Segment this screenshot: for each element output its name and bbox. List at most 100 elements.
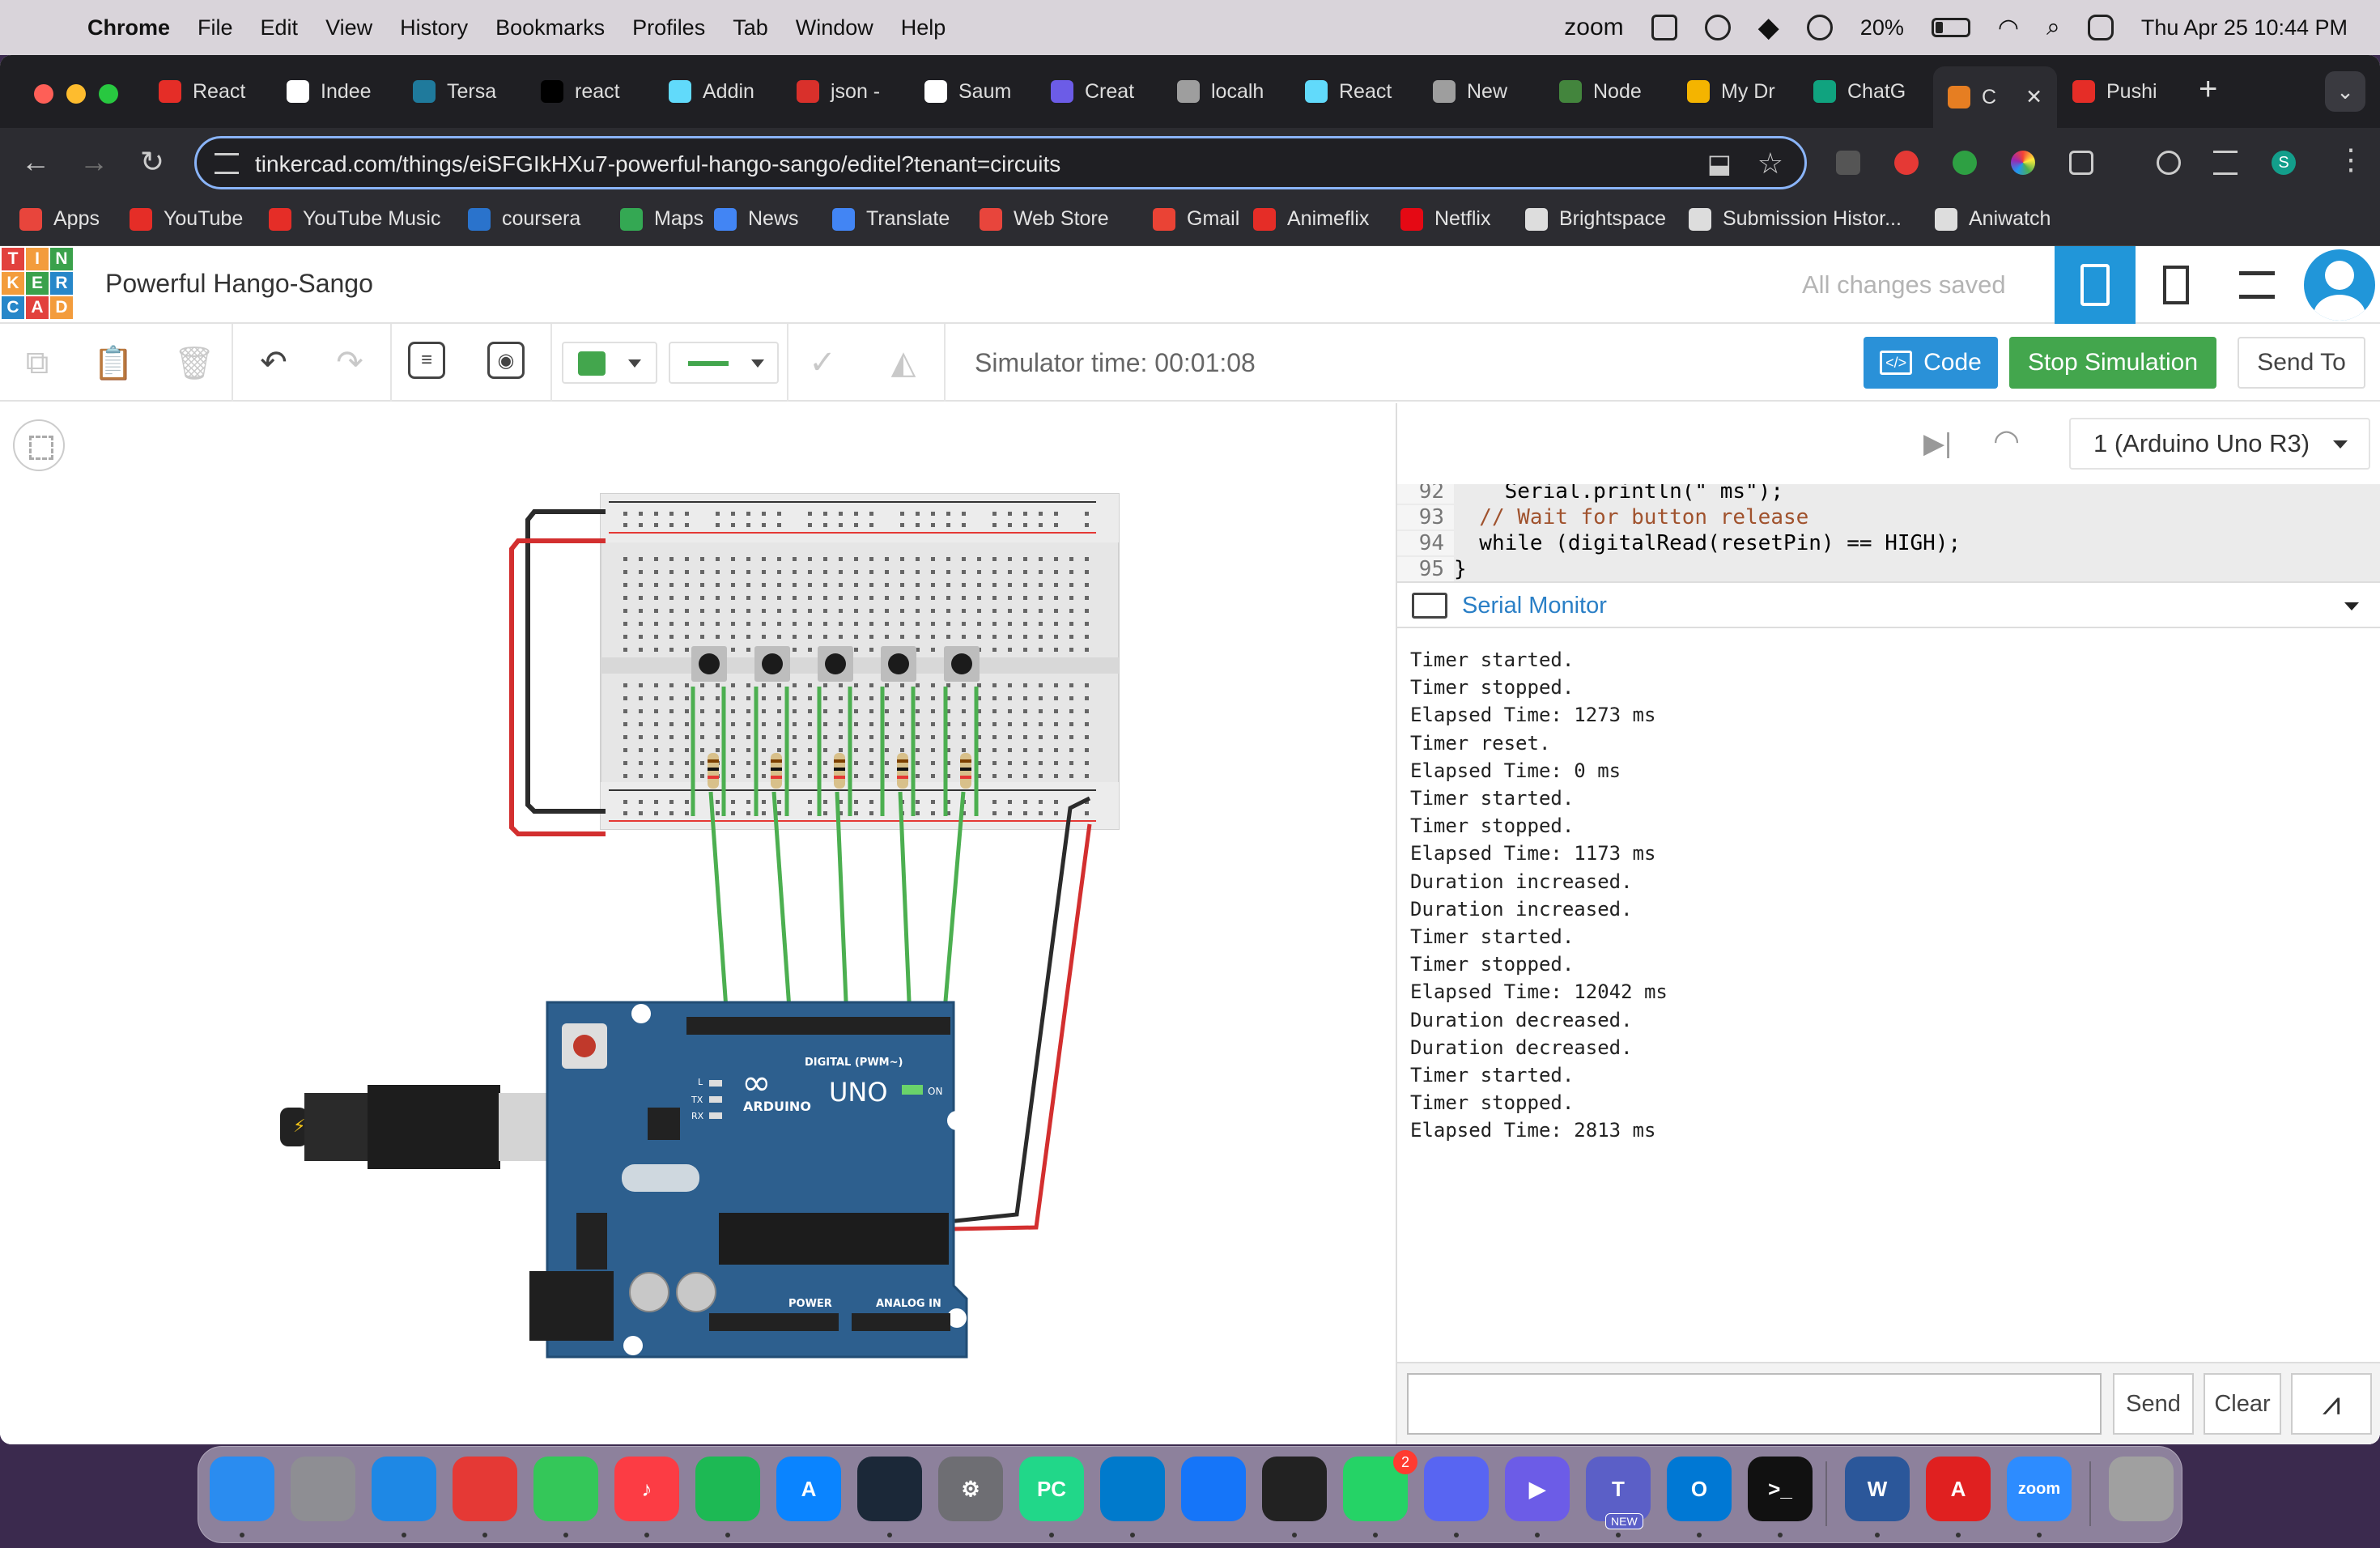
browser-tab[interactable]: Creat — [1051, 74, 1134, 108]
circuit-canvas[interactable]: ⚡ ON DIGITAL (PWM~) ARDUINO UNO ∞ TX RX … — [0, 403, 1396, 1444]
serial-monitor-header[interactable]: Serial Monitor — [1397, 581, 2380, 628]
delete-icon[interactable]: 🗑 — [173, 342, 215, 384]
back-button[interactable]: ← — [16, 142, 55, 181]
facetime-icon[interactable] — [533, 1457, 598, 1521]
control-center-icon[interactable] — [2087, 15, 2114, 40]
step-icon[interactable]: ▶︎| — [1923, 427, 1952, 460]
play-status-icon[interactable] — [1806, 15, 1833, 40]
xcode-icon[interactable] — [1181, 1457, 1246, 1521]
push-button[interactable] — [691, 646, 727, 682]
bookmark-item[interactable]: Apps — [19, 207, 100, 231]
chrome-menu-icon[interactable]: ⋮ — [2336, 142, 2365, 176]
minimize-window-button[interactable] — [66, 84, 86, 104]
push-button[interactable] — [818, 646, 853, 682]
send-button[interactable]: Send — [2113, 1373, 2194, 1435]
resistor[interactable] — [897, 753, 908, 789]
launchpad-icon[interactable] — [291, 1457, 355, 1521]
extension-shield-icon[interactable] — [1953, 151, 1977, 175]
menu-view[interactable]: View — [325, 15, 372, 40]
stop-simulation-button[interactable]: Stop Simulation — [2009, 337, 2216, 389]
forward-button[interactable]: → — [74, 142, 113, 181]
menu-history[interactable]: History — [400, 15, 468, 40]
bookmark-star-icon[interactable]: ☆ — [1757, 147, 1783, 181]
reload-button[interactable]: ↻ — [133, 142, 172, 181]
extension-adblock-icon[interactable] — [1894, 151, 1919, 175]
url-text[interactable]: tinkercad.com/things/eiSFGIkHXu7-powerfu… — [255, 151, 1060, 177]
rotate-icon[interactable]: ✓ — [801, 342, 844, 384]
component-list-button[interactable] — [2216, 246, 2297, 324]
chrome-icon[interactable] — [453, 1457, 517, 1521]
graph-toggle-button[interactable]: ⩘ — [2291, 1373, 2372, 1435]
browser-tab[interactable]: react — [541, 74, 620, 108]
browser-tab[interactable]: Indee — [287, 74, 372, 108]
undo-icon[interactable]: ↶ — [253, 342, 295, 384]
wire-type-picker[interactable] — [669, 342, 779, 384]
send-to-button[interactable]: Send To — [2238, 337, 2365, 389]
outlook-icon[interactable]: O — [1667, 1457, 1732, 1521]
close-tab-icon[interactable]: ✕ — [2025, 85, 2042, 109]
address-bar[interactable]: tinkercad.com/things/eiSFGIkHXu7-powerfu… — [194, 136, 1807, 189]
menu-help[interactable]: Help — [901, 15, 946, 40]
tab-search-button[interactable]: ⌄ — [2325, 71, 2365, 112]
performance-icon[interactable] — [2157, 151, 2181, 175]
paste-icon[interactable]: 📋 — [92, 342, 134, 384]
clear-button[interactable]: Clear — [2204, 1373, 2281, 1435]
device-select[interactable]: 1 (Arduino Uno R3) — [2069, 418, 2370, 470]
browser-tab[interactable]: Pushi — [2072, 74, 2157, 108]
menu-bookmarks[interactable]: Bookmarks — [495, 15, 605, 40]
debugger-icon[interactable]: ◠ — [1993, 423, 2020, 459]
menu-app-name[interactable]: Chrome — [87, 15, 170, 40]
menu-window[interactable]: Window — [796, 15, 873, 40]
bookmark-item[interactable]: Netflix — [1400, 207, 1490, 231]
new-tab-button[interactable]: + — [2199, 71, 2217, 108]
extension-color-icon[interactable] — [2011, 151, 2035, 175]
finder-icon[interactable] — [210, 1457, 274, 1521]
wifi-icon[interactable]: ◠ — [1998, 14, 2019, 42]
browser-tab[interactable]: Node — [1559, 74, 1642, 108]
diamond-status-icon[interactable]: ◆ — [1758, 11, 1779, 44]
bookmark-item[interactable]: Maps — [620, 207, 703, 231]
serial-output[interactable]: Timer started. Timer stopped. Elapsed Time… — [1397, 630, 2380, 1334]
terminal-icon[interactable]: >_ — [1748, 1457, 1813, 1521]
arduino-board[interactable]: ON DIGITAL (PWM~) ARDUINO UNO ∞ TX RX L … — [529, 1001, 968, 1359]
acrobat-icon[interactable]: A — [1926, 1457, 1991, 1521]
maximize-window-button[interactable] — [99, 84, 118, 104]
resistor[interactable] — [771, 753, 782, 789]
bookmark-item[interactable]: YouTube — [130, 207, 243, 231]
system-settings-icon[interactable]: ⚙ — [938, 1457, 1003, 1521]
resistor[interactable] — [960, 753, 971, 789]
bookmark-item[interactable]: coursera — [468, 207, 580, 231]
tinkercad-logo[interactable]: T I N K E R C A D — [2, 248, 73, 319]
profile-avatar-icon[interactable]: S — [2272, 151, 2296, 175]
browser-tab[interactable]: json - — [797, 74, 880, 108]
bookmark-item[interactable]: Submission Histor... — [1689, 207, 1902, 231]
teams-icon[interactable]: T — [1586, 1457, 1651, 1521]
steam-icon[interactable] — [857, 1457, 922, 1521]
spotify-icon[interactable] — [695, 1457, 760, 1521]
pycharm-icon[interactable]: PC — [1019, 1457, 1084, 1521]
code-button[interactable]: </> Code — [1864, 337, 1998, 389]
zoom-status-icon[interactable]: zoom — [1564, 14, 1623, 41]
safari-icon[interactable] — [372, 1457, 436, 1521]
extension-robot-icon[interactable] — [1836, 151, 1860, 175]
resistor[interactable] — [834, 753, 845, 789]
vpn-globe-icon[interactable] — [1704, 15, 1731, 40]
copy-icon[interactable]: ⧉ — [16, 342, 58, 384]
bookmark-item[interactable]: Gmail — [1153, 207, 1239, 231]
browser-tab[interactable]: My Dr — [1687, 74, 1775, 108]
app-store-icon[interactable]: A — [776, 1457, 841, 1521]
word-icon[interactable]: W — [1845, 1457, 1910, 1521]
menu-tab[interactable]: Tab — [733, 15, 768, 40]
circuit-view-button[interactable] — [2055, 246, 2136, 324]
browser-tab[interactable]: localh — [1177, 74, 1264, 108]
notes-visibility-icon[interactable]: ◉ — [487, 342, 525, 379]
redo-icon[interactable]: ↷ — [329, 342, 371, 384]
browser-tab[interactable]: New — [1433, 74, 1507, 108]
music-icon[interactable]: ♪ — [614, 1457, 679, 1521]
browser-tab[interactable]: Addin — [669, 74, 754, 108]
color-picker[interactable] — [562, 342, 657, 384]
project-title[interactable]: Powerful Hango-Sango — [105, 269, 373, 299]
menu-edit[interactable]: Edit — [261, 15, 299, 40]
site-settings-icon[interactable] — [215, 153, 239, 174]
user-avatar[interactable] — [2304, 249, 2375, 321]
